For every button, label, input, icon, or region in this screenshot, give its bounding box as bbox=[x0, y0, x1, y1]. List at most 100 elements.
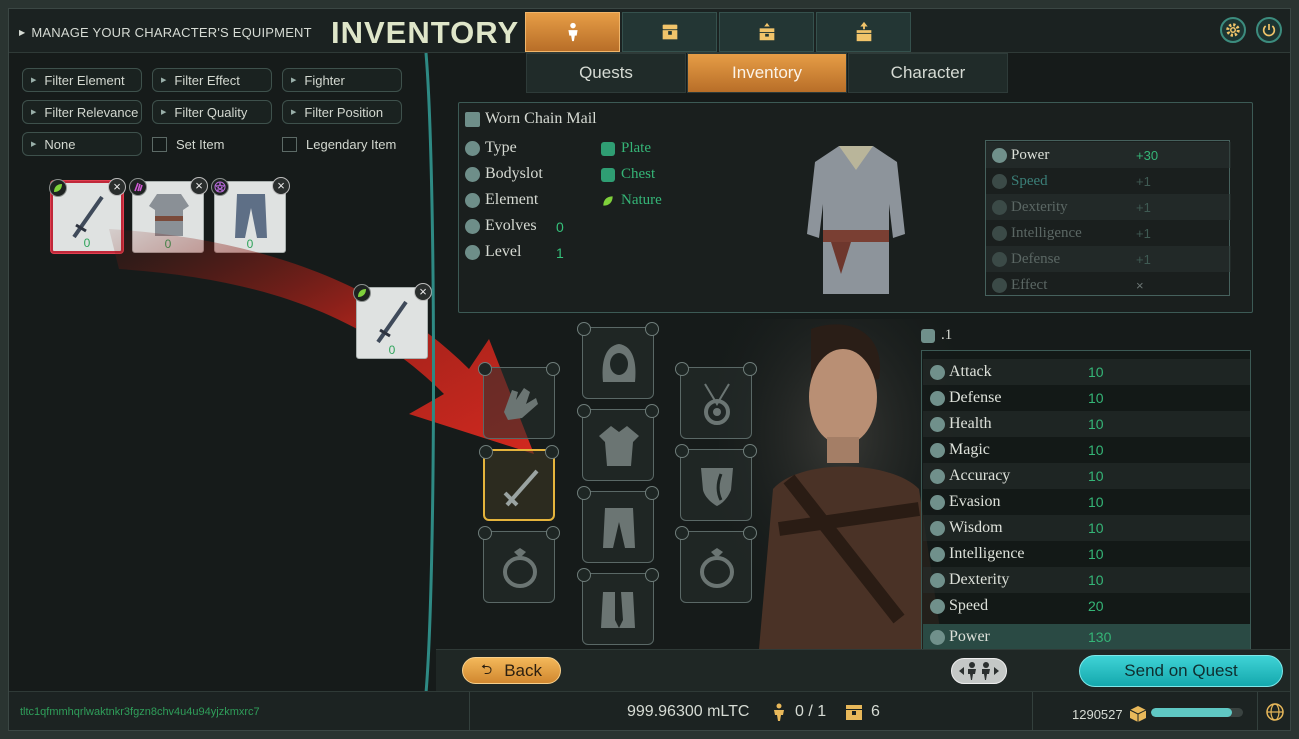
checkbox-box[interactable] bbox=[152, 137, 167, 152]
inventory-item-sword[interactable]: × 0 bbox=[49, 178, 126, 253]
speed-icon bbox=[930, 598, 945, 614]
filter-element-button[interactable]: ▶ Filter Element bbox=[22, 68, 142, 92]
tab-character[interactable] bbox=[525, 12, 620, 52]
stat-value: 20 bbox=[1088, 598, 1104, 614]
stat-value: 130 bbox=[1088, 629, 1112, 645]
checkbox-label: Set Item bbox=[176, 137, 225, 152]
equip-slot-ring-left[interactable] bbox=[478, 526, 560, 603]
tab-chest[interactable] bbox=[622, 12, 717, 52]
tab-inventory[interactable]: Inventory bbox=[687, 53, 847, 93]
characters-swap-icon bbox=[959, 662, 999, 680]
detail-row-type: Type bbox=[465, 139, 517, 157]
stat-name: Power bbox=[949, 628, 990, 645]
detail-row-level: Level bbox=[465, 243, 521, 261]
item-count: 0 bbox=[246, 237, 254, 251]
caret-right-icon: ▶ bbox=[161, 109, 167, 116]
globe-icon[interactable] bbox=[1265, 702, 1285, 722]
filter-none-button[interactable]: ▶ None bbox=[22, 132, 142, 156]
stat-value: +1 bbox=[1136, 173, 1151, 189]
checkbox-box[interactable] bbox=[282, 137, 297, 152]
hero-header-text: .1 bbox=[941, 327, 953, 343]
character-icon bbox=[567, 22, 578, 42]
pants-icon bbox=[603, 508, 635, 548]
detail-label: Level bbox=[485, 243, 522, 260]
detail-row-evolves: Evolves bbox=[465, 217, 537, 235]
slot-corner bbox=[577, 486, 591, 500]
equip-slot-legs[interactable] bbox=[577, 486, 659, 563]
equip-slot-chest[interactable] bbox=[577, 404, 659, 481]
ring-icon bbox=[503, 548, 537, 588]
nature-leaf-icon bbox=[603, 195, 613, 206]
hero-stat-row: Intelligence 10 bbox=[923, 541, 1250, 567]
hero-stat-row: Magic 10 bbox=[923, 437, 1250, 463]
checkbox-label: Legendary Item bbox=[306, 137, 397, 152]
stat-name: Accuracy bbox=[949, 467, 1011, 484]
manage-equipment-text: MANAGE YOUR CHARACTER'S EQUIPMENT bbox=[31, 25, 312, 40]
legendary-item-checkbox[interactable]: Legendary Item bbox=[282, 137, 396, 152]
party-count-text: 0 / 1 bbox=[795, 703, 827, 720]
equip-slot-shield[interactable] bbox=[675, 444, 757, 521]
fist-icon bbox=[921, 328, 935, 343]
stat-value: 10 bbox=[1088, 364, 1104, 380]
item-stat-row: Effect × bbox=[986, 272, 1231, 298]
set-item-checkbox[interactable]: Set Item bbox=[152, 137, 224, 152]
filter-class-button[interactable]: ▶ Fighter bbox=[282, 68, 402, 92]
chest-open-icon bbox=[759, 22, 774, 41]
element-value-text: Nature bbox=[621, 192, 662, 208]
equip-slot-weapon[interactable] bbox=[479, 445, 559, 521]
hero-stat-row: Wisdom 10 bbox=[923, 515, 1250, 541]
caret-right-icon: ▶ bbox=[31, 109, 37, 116]
gloves-icon bbox=[504, 388, 538, 420]
inventory-screen: ▶ MANAGE YOUR CHARACTER'S EQUIPMENT INVEN… bbox=[8, 8, 1291, 731]
send-on-quest-button[interactable]: Send on Quest bbox=[1079, 655, 1283, 687]
back-button[interactable]: ⮌ Back bbox=[462, 657, 561, 684]
slot-corner bbox=[546, 362, 560, 376]
tab-character[interactable]: Character bbox=[848, 53, 1008, 93]
tab-chest-upgrade[interactable] bbox=[816, 12, 911, 52]
progress-bar bbox=[1151, 708, 1243, 717]
equip-slot-boots[interactable] bbox=[577, 568, 659, 645]
dragged-item-sword[interactable]: × 0 bbox=[353, 283, 432, 359]
remove-item-button[interactable]: × bbox=[190, 177, 208, 195]
filter-effect-button[interactable]: ▶ Filter Effect bbox=[152, 68, 272, 92]
stat-value: 10 bbox=[1088, 494, 1104, 510]
inventory-item-pants[interactable]: × 0 bbox=[211, 177, 290, 253]
character-icon bbox=[774, 703, 784, 721]
equip-slot-ring-right[interactable] bbox=[675, 526, 757, 603]
settings-button[interactable] bbox=[1220, 17, 1246, 43]
equip-slot-gloves[interactable] bbox=[478, 362, 560, 439]
slot-corner bbox=[675, 444, 689, 458]
equip-slot-hood[interactable] bbox=[577, 322, 659, 399]
slot-corner bbox=[645, 322, 659, 336]
chest-count-text: 6 bbox=[871, 703, 880, 720]
remove-item-button[interactable]: × bbox=[272, 177, 290, 195]
sword-icon bbox=[503, 469, 539, 507]
tab-chest-open[interactable] bbox=[719, 12, 814, 52]
hero-stat-row: Speed 20 bbox=[923, 593, 1250, 619]
compare-characters-button[interactable] bbox=[951, 658, 1007, 684]
item-count: 0 bbox=[83, 236, 91, 250]
party-count: 0 / 1 bbox=[771, 703, 826, 721]
slot-corner bbox=[478, 526, 492, 540]
item-name: Worn Chain Mail bbox=[465, 110, 597, 128]
filter-position-button[interactable]: ▶ Filter Position bbox=[282, 100, 402, 124]
power-button[interactable] bbox=[1256, 17, 1282, 43]
evolves-icon bbox=[465, 218, 480, 234]
intelligence-icon bbox=[930, 546, 945, 562]
slot-corner bbox=[546, 526, 560, 540]
status-divider bbox=[1257, 692, 1258, 730]
caret-right-icon: ▶ bbox=[31, 77, 37, 84]
filter-relevance-button[interactable]: ▶ Filter Relevance bbox=[22, 100, 142, 124]
filter-label: Filter Position bbox=[304, 104, 384, 120]
slot-corner bbox=[545, 445, 559, 459]
equip-slot-amulet[interactable] bbox=[675, 362, 757, 439]
attack-icon bbox=[930, 364, 945, 380]
filter-quality-button[interactable]: ▶ Filter Quality bbox=[152, 100, 272, 124]
tab-quests[interactable]: Quests bbox=[526, 53, 686, 93]
remove-item-button[interactable]: × bbox=[108, 178, 126, 196]
detail-label: Element bbox=[485, 191, 539, 208]
stat-value: +30 bbox=[1136, 147, 1159, 163]
chest-count: 6 bbox=[845, 703, 880, 721]
slot-corner bbox=[743, 444, 757, 458]
inventory-item-chain-mail[interactable]: × 0 bbox=[129, 177, 208, 253]
